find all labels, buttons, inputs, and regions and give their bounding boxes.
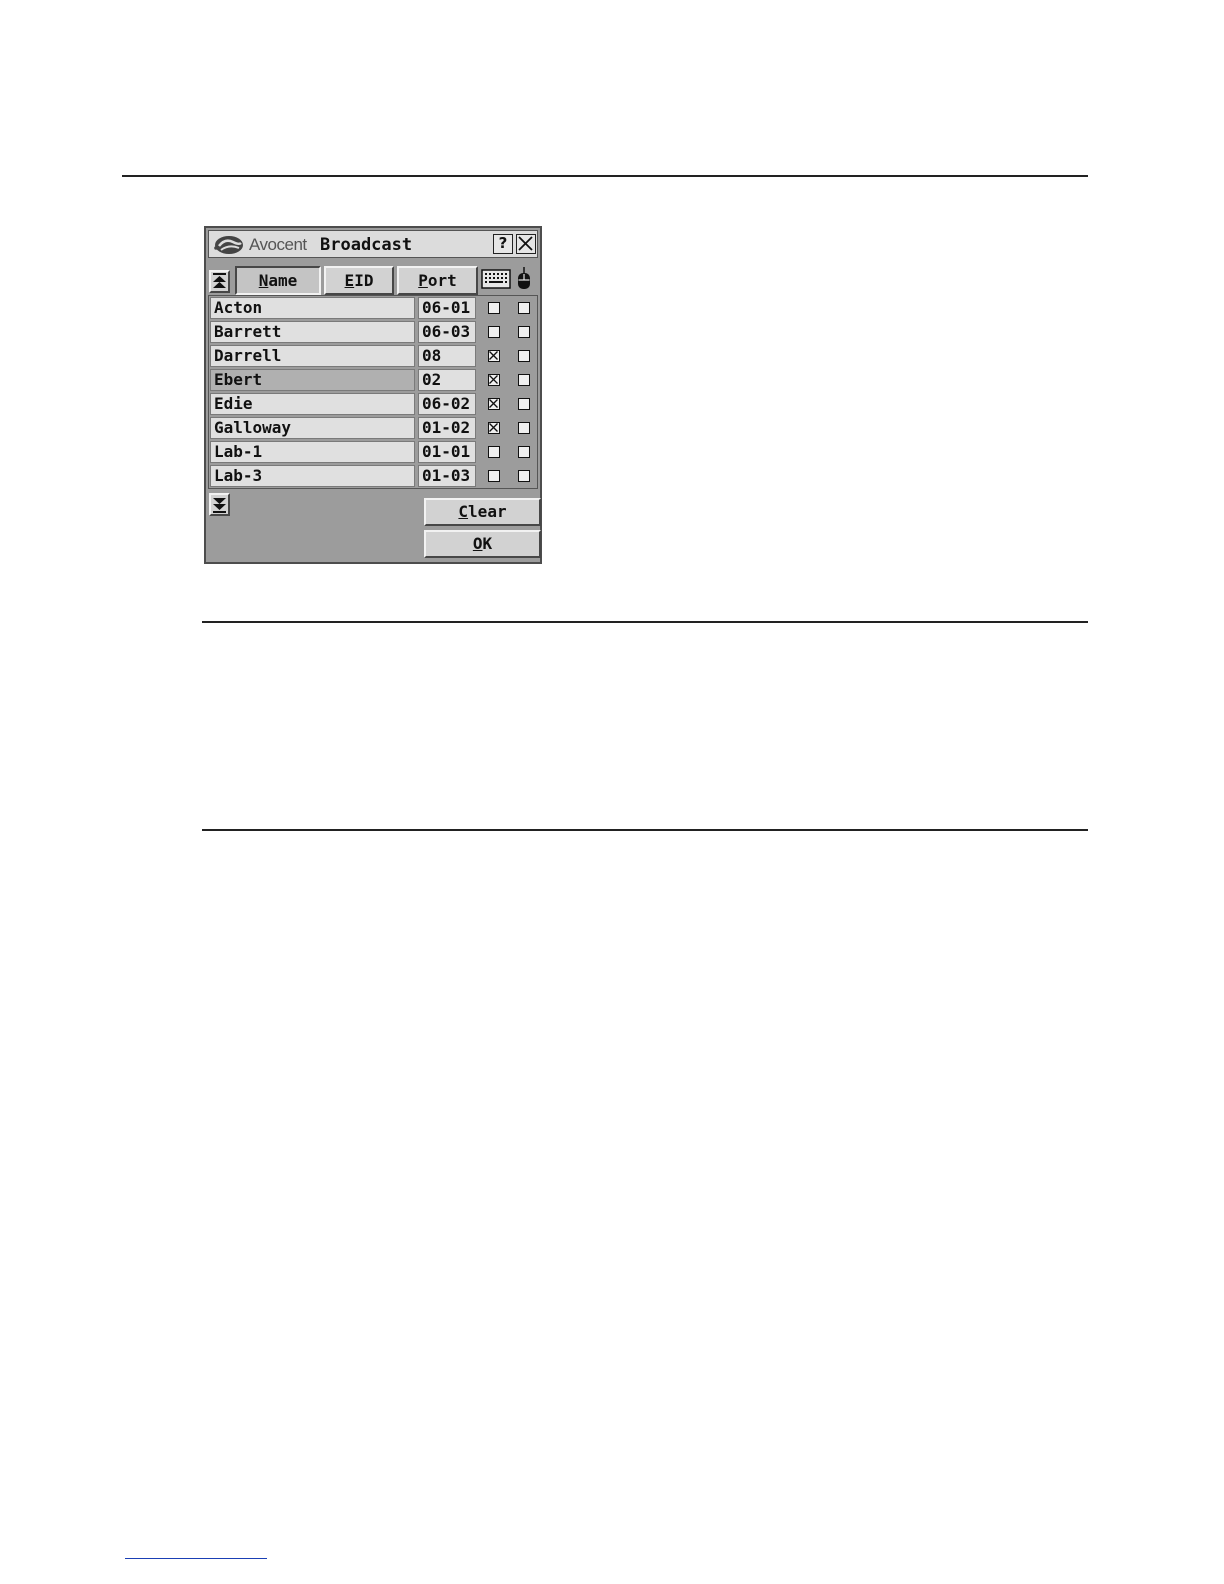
server-port: 06-02 [418, 393, 476, 415]
keyboard-broadcast-checkbox[interactable] [488, 446, 500, 458]
server-name: Galloway [210, 417, 415, 439]
mouse-broadcast-checkbox[interactable] [518, 350, 530, 362]
keyboard-broadcast-checkbox[interactable] [488, 398, 500, 410]
footer-link-underline [125, 1558, 267, 1559]
server-row[interactable]: Lab-3 01-03 [209, 464, 537, 488]
server-name: Darrell [210, 345, 415, 367]
server-name: Lab-1 [210, 441, 415, 463]
broadcast-dialog: Avocent Broadcast ? Name EID Port Acton … [204, 226, 542, 564]
mouse-broadcast-checkbox[interactable] [518, 302, 530, 314]
page-top-rule [122, 175, 1088, 177]
keyboard-broadcast-checkbox[interactable] [488, 302, 500, 314]
server-name: Barrett [210, 321, 415, 343]
mouse-broadcast-checkbox[interactable] [518, 374, 530, 386]
server-port: 06-03 [418, 321, 476, 343]
keyboard-broadcast-checkbox[interactable] [488, 470, 500, 482]
server-row[interactable]: Darrell 08 [209, 344, 537, 368]
sort-by-port-button[interactable]: Port [397, 266, 478, 295]
title-bar: Avocent Broadcast ? [208, 230, 538, 258]
section-rule-lower [202, 829, 1088, 831]
mouse-broadcast-checkbox[interactable] [518, 422, 530, 434]
server-port: 01-03 [418, 465, 476, 487]
server-row[interactable]: Lab-1 01-01 [209, 440, 537, 464]
ok-button[interactable]: OK [424, 530, 541, 558]
scroll-down-button[interactable] [209, 493, 230, 516]
clear-button[interactable]: Clear [424, 498, 541, 526]
scroll-down-icon [213, 498, 226, 513]
server-port: 02 [418, 369, 476, 391]
keyboard-icon [481, 269, 511, 289]
server-port: 06-01 [418, 297, 476, 319]
help-button[interactable]: ? [493, 234, 513, 254]
scroll-up-icon [213, 273, 226, 288]
mouse-broadcast-checkbox[interactable] [518, 446, 530, 458]
sort-by-name-button[interactable]: Name [235, 266, 321, 295]
keyboard-broadcast-checkbox[interactable] [488, 326, 500, 338]
section-rule-upper [202, 621, 1088, 623]
keyboard-broadcast-checkbox[interactable] [488, 422, 500, 434]
mouse-broadcast-checkbox[interactable] [518, 470, 530, 482]
mouse-broadcast-checkbox[interactable] [518, 398, 530, 410]
keyboard-broadcast-checkbox[interactable] [488, 350, 500, 362]
brand-name: Avocent [249, 235, 307, 254]
server-row[interactable]: Edie 06-02 [209, 392, 537, 416]
server-row[interactable]: Galloway 01-02 [209, 416, 537, 440]
server-row[interactable]: Acton 06-01 [209, 296, 537, 320]
server-port: 01-02 [418, 417, 476, 439]
keyboard-broadcast-checkbox[interactable] [488, 374, 500, 386]
server-name: Lab-3 [210, 465, 415, 487]
server-port: 08 [418, 345, 476, 367]
sort-by-eid-button[interactable]: EID [324, 266, 394, 295]
avocent-logo-icon [214, 236, 243, 254]
server-row[interactable]: Ebert 02 [209, 368, 537, 392]
scroll-up-button[interactable] [209, 270, 230, 293]
server-row[interactable]: Barrett 06-03 [209, 320, 537, 344]
server-port: 01-01 [418, 441, 476, 463]
close-icon [518, 236, 533, 251]
server-name: Acton [210, 297, 415, 319]
server-name: Edie [210, 393, 415, 415]
mouse-icon [518, 267, 530, 289]
mouse-broadcast-checkbox[interactable] [518, 326, 530, 338]
dialog-title: Broadcast [320, 235, 413, 255]
server-name: Ebert [210, 369, 415, 391]
close-button[interactable] [516, 234, 536, 254]
server-list: Acton 06-01 Barrett 06-03 Darrell 08 Ebert 02 Ed… [208, 295, 538, 489]
